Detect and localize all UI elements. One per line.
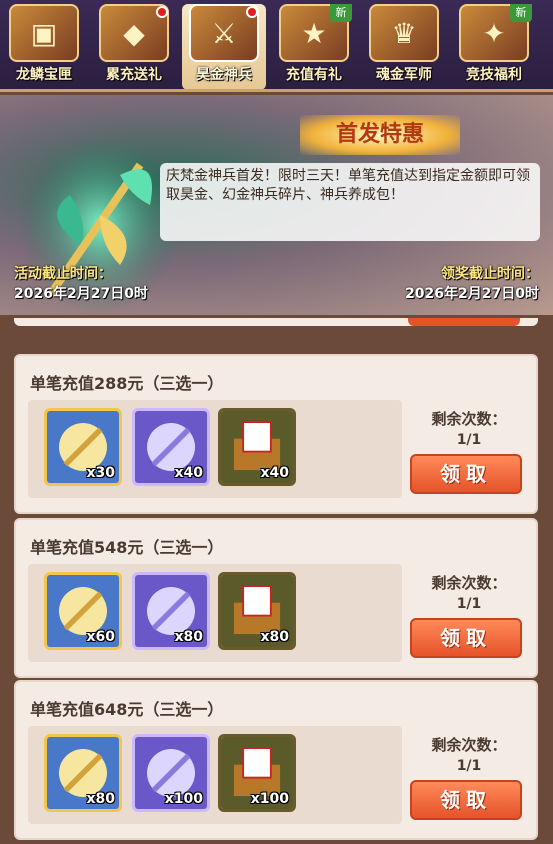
card-title: 单笔充值288元（三选一） (30, 374, 224, 393)
tab-label: 龙鳞宝匣 (16, 67, 72, 83)
card-title: 单笔充值548元（三选一） (30, 538, 224, 557)
partial-claim-button (408, 318, 520, 326)
item-quantity: x60 (86, 629, 115, 645)
purple-weapon-shard-icon[interactable]: x100 (132, 734, 210, 812)
strategist-icon: ♛ (369, 4, 439, 62)
banner-description: 庆梵金神兵首发！限时三天！单笔充值达到指定金额即可领取昊金、幻金神兵碎片、神兵养… (160, 163, 540, 241)
notification-dot (246, 6, 258, 18)
item-quantity: x100 (250, 791, 289, 807)
tab-dragon-scale-box[interactable]: ▣ 龙鳞宝匣 (2, 4, 86, 89)
tab-label: 魂金军师 (376, 67, 432, 83)
item-quantity: x40 (174, 465, 203, 481)
weapon-pack-chest-icon[interactable]: x100 (218, 734, 296, 812)
gold-weapon-shard-icon[interactable]: x30 (44, 408, 122, 486)
banner-title: 首发特惠 (300, 115, 460, 155)
item-quantity: x80 (174, 629, 203, 645)
item-area: x60 x80 x80 (28, 564, 402, 662)
activity-deadline: 活动截止时间： 2026年2月27日0时 (14, 263, 148, 303)
claim-button[interactable]: 领取 (410, 618, 522, 658)
weapon-pack-chest-icon[interactable]: x80 (218, 572, 296, 650)
tab-label: 竞技福利 (466, 67, 522, 83)
event-banner: 首发特惠 庆梵金神兵首发！限时三天！单笔充值达到指定金额即可领取昊金、幻金神兵碎… (0, 95, 553, 315)
item-quantity: x40 (260, 465, 289, 481)
tab-haojin-weapon[interactable]: ⚔ 昊金神兵 (182, 4, 266, 89)
item-quantity: x30 (86, 465, 115, 481)
claim-button[interactable]: 领取 (410, 780, 522, 820)
claim-deadline-label: 领奖截止时间： (441, 266, 539, 282)
claim-button[interactable]: 领取 (410, 454, 522, 494)
remaining-count: 1/1 (456, 596, 482, 612)
item-area: x30 x40 x40 (28, 400, 402, 498)
remaining-count: 1/1 (456, 432, 482, 448)
new-badge: 新 (330, 4, 352, 22)
purple-weapon-shard-icon[interactable]: x80 (132, 572, 210, 650)
remaining-label: 剩余次数： (431, 410, 507, 428)
tab-label: 累充送礼 (106, 67, 162, 83)
card-title: 单笔充值648元（三选一） (30, 700, 224, 719)
remaining-label: 剩余次数： (431, 574, 507, 592)
treasure-chest-icon: ▣ (9, 4, 79, 62)
remaining-label: 剩余次数： (431, 736, 507, 754)
reward-card-648: 单笔充值648元（三选一） x80 x100 x100 剩余次数： 1/1 领取 (14, 680, 538, 840)
tab-arena-welfare[interactable]: ✦ 新 竞技福利 (452, 4, 536, 89)
reward-list[interactable]: 单笔充值288元（三选一） x30 x40 x40 剩余次数： 1/1 领取 单… (0, 318, 553, 844)
purple-weapon-shard-icon[interactable]: x40 (132, 408, 210, 486)
item-area: x80 x100 x100 (28, 726, 402, 824)
tab-label: 充值有礼 (286, 67, 342, 83)
claim-deadline-value: 2026年2月27日0时 (405, 286, 539, 302)
item-quantity: x80 (86, 791, 115, 807)
remaining-count: 1/1 (456, 758, 482, 774)
notification-dot (156, 6, 168, 18)
item-quantity: x80 (260, 629, 289, 645)
activity-deadline-value: 2026年2月27日0时 (14, 286, 148, 302)
tab-recharge-gift[interactable]: ★ 新 充值有礼 (272, 4, 356, 89)
new-badge: 新 (510, 4, 532, 22)
item-quantity: x100 (164, 791, 203, 807)
event-tab-bar: ▣ 龙鳞宝匣 ◆ 累充送礼 ⚔ 昊金神兵 ★ 新 充值有礼 ♛ 魂金军师 ✦ 新… (0, 0, 553, 92)
weapon-pack-chest-icon[interactable]: x40 (218, 408, 296, 486)
reward-card-548: 单笔充值548元（三选一） x60 x80 x80 剩余次数： 1/1 领取 (14, 518, 538, 678)
gold-weapon-shard-icon[interactable]: x80 (44, 734, 122, 812)
claim-deadline: 领奖截止时间： 2026年2月27日0时 (405, 263, 539, 303)
tab-cumulative-recharge[interactable]: ◆ 累充送礼 (92, 4, 176, 89)
gold-weapon-shard-icon[interactable]: x60 (44, 572, 122, 650)
tab-label: 昊金神兵 (196, 67, 252, 83)
tab-soul-strategist[interactable]: ♛ 魂金军师 (362, 4, 446, 89)
reward-card-288: 单笔充值288元（三选一） x30 x40 x40 剩余次数： 1/1 领取 (14, 354, 538, 514)
activity-deadline-label: 活动截止时间： (14, 266, 112, 282)
